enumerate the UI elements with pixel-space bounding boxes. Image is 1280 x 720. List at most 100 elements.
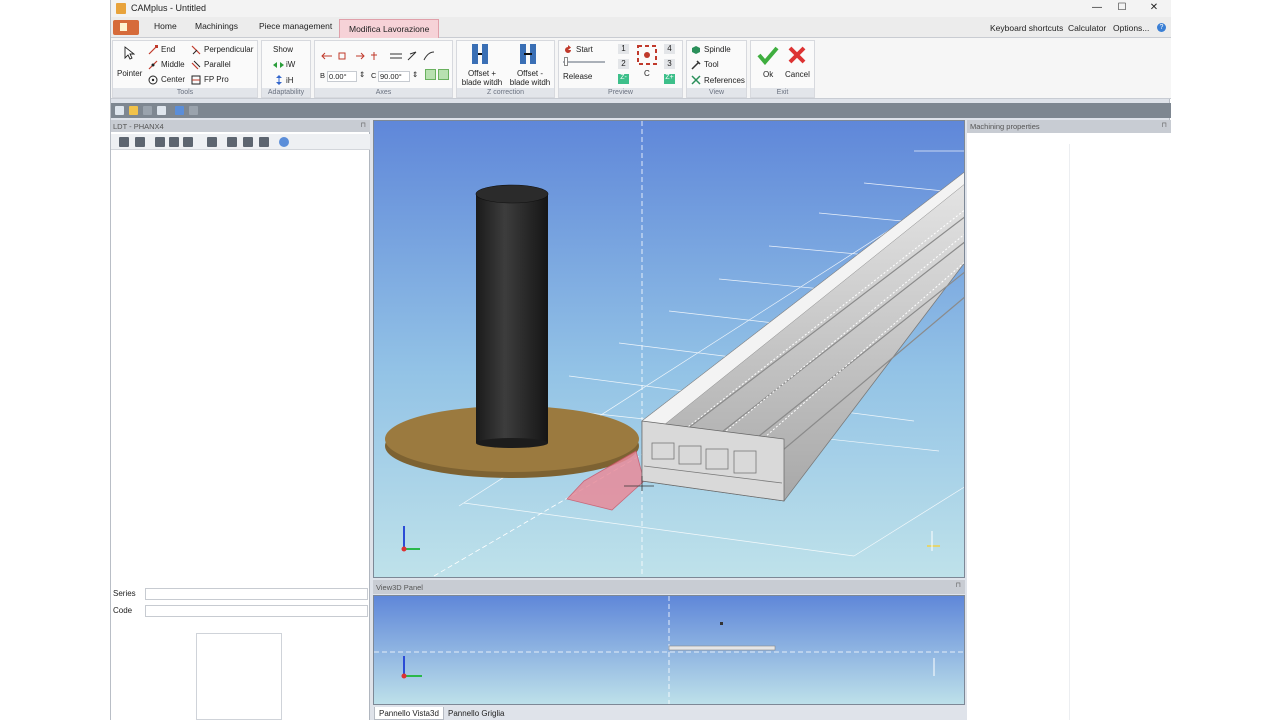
tab-piece-management[interactable]: Piece management <box>259 21 332 31</box>
tool-toggle[interactable]: Tool <box>704 60 719 69</box>
view3d-panel-title: View3D Panel <box>376 583 423 592</box>
view3d-panel-header: View3D Panel ⊓ <box>373 580 965 594</box>
end-icon <box>148 45 158 55</box>
tree-tool-1-icon[interactable] <box>119 137 129 147</box>
end-snap-button[interactable]: End <box>161 45 175 54</box>
app-window: CAMplus - Untitled — ☐ ✕ Home Machinings… <box>110 0 1171 720</box>
fp-pro-button[interactable]: FP Pro <box>204 75 229 84</box>
c-axis-stepper[interactable]: ⇕ <box>412 70 418 79</box>
center-snap-button[interactable]: Center <box>161 75 185 84</box>
preview-3-button[interactable]: 3 <box>664 59 675 69</box>
tree-tool-4-icon[interactable] <box>169 137 179 147</box>
c-axis-preview-icon <box>637 45 657 65</box>
tab-pannello-griglia[interactable]: Pannello Griglia <box>444 707 508 720</box>
perpendicular-snap-button[interactable]: Perpendicular <box>204 45 253 54</box>
preview-slider-thumb[interactable] <box>564 57 568 66</box>
tree-tool-3-icon[interactable] <box>155 137 165 147</box>
bottom-pin-icon[interactable]: ⊓ <box>956 581 961 589</box>
spindle-toggle[interactable]: Spindle <box>704 45 731 54</box>
tree-tool-8-icon[interactable] <box>243 137 253 147</box>
view-group: Spindle Tool References View <box>686 40 747 98</box>
offset-minus-icon <box>520 44 536 64</box>
iw-icon <box>273 62 284 68</box>
z-correction-group-label: Z correction <box>457 88 554 97</box>
iw-button[interactable]: iW <box>286 60 295 69</box>
maximize-button[interactable]: ☐ <box>1107 2 1137 15</box>
ih-button[interactable]: iH <box>286 76 294 85</box>
tab-machinings[interactable]: Machinings <box>195 21 238 31</box>
calculator-link[interactable]: Calculator <box>1068 23 1106 33</box>
exit-group-label: Exit <box>751 88 814 97</box>
3d-scene[interactable] <box>374 121 965 578</box>
pointer-label[interactable]: Pointer <box>117 69 142 78</box>
b-axis-input[interactable]: 0.00° <box>327 71 357 82</box>
offset-minus-line2: blade witdh <box>509 78 551 87</box>
code-field[interactable] <box>145 605 368 617</box>
code-label: Code <box>113 606 133 615</box>
references-icon <box>691 75 701 85</box>
tool-icon <box>691 60 701 70</box>
close-button[interactable]: ✕ <box>1139 2 1169 15</box>
c-axis-input[interactable]: 90.00° <box>378 71 410 82</box>
show-button[interactable]: Show <box>273 45 293 54</box>
release-button[interactable]: Release <box>563 72 592 81</box>
tree-tool-2-icon[interactable] <box>135 137 145 147</box>
undo-icon[interactable] <box>175 106 184 115</box>
axes-group: B 0.00° ⇕ C 90.00° ⇕ Axes <box>314 40 453 98</box>
preview-1-button[interactable]: 1 <box>618 44 629 54</box>
z-correction-group: Offset + blade witdh Offset - blade witd… <box>456 40 555 98</box>
left-panel-header: LDT - PHANX4 ⊓ <box>111 120 370 132</box>
cancel-x-icon <box>788 46 806 64</box>
ok-button[interactable]: Ok <box>763 70 773 79</box>
offset-minus-button[interactable]: Offset - blade witdh <box>507 69 553 87</box>
series-field[interactable] <box>145 588 368 600</box>
preview-slider[interactable] <box>563 61 605 63</box>
preview-2-button[interactable]: 2 <box>618 59 629 69</box>
z-plus-button[interactable]: Z+ <box>664 74 675 84</box>
middle-snap-button[interactable]: Middle <box>161 60 185 69</box>
ribbon-tab-row: Home Machinings Piece management Modific… <box>111 17 1171 38</box>
tab-modifica-lavorazione[interactable]: Modifica Lavorazione <box>339 19 440 38</box>
tab-home[interactable]: Home <box>154 21 177 31</box>
edit-icon[interactable] <box>157 106 166 115</box>
adaptability-group: Show iW iH Adaptability <box>261 40 311 98</box>
options-link[interactable]: Options... <box>1113 23 1149 33</box>
axis-toggle-1-icon[interactable] <box>425 69 436 80</box>
parallel-snap-button[interactable]: Parallel <box>204 60 231 69</box>
tree-tool-7-icon[interactable] <box>227 137 237 147</box>
side-view-scene[interactable] <box>374 596 965 705</box>
new-file-icon[interactable] <box>115 106 124 115</box>
save-icon[interactable] <box>143 106 152 115</box>
perpendicular-icon <box>191 45 201 55</box>
secondary-3d-view[interactable] <box>373 595 965 705</box>
b-axis-stepper[interactable]: ⇕ <box>359 70 365 79</box>
application-menu-button[interactable] <box>113 20 139 35</box>
tree-tool-6-icon[interactable] <box>207 137 217 147</box>
offset-plus-button[interactable]: Offset + blade witdh <box>459 69 505 87</box>
preview-4-button[interactable]: 4 <box>664 44 675 54</box>
right-pin-icon[interactable]: ⊓ <box>1162 121 1167 129</box>
middle-icon <box>148 60 158 70</box>
tree-tool-5-icon[interactable] <box>183 137 193 147</box>
window-title: CAMplus - Untitled <box>131 3 207 13</box>
references-toggle[interactable]: References <box>704 76 745 85</box>
open-file-icon[interactable] <box>129 106 138 115</box>
tree-tool-9-icon[interactable] <box>259 137 269 147</box>
axis-toggle-2-icon[interactable] <box>438 69 449 80</box>
left-panel-toolbar <box>111 134 370 150</box>
ribbon: Tools Pointer End Middle Center Perpendi… <box>111 38 1171 99</box>
main-3d-viewport[interactable] <box>373 120 965 578</box>
keyboard-shortcuts-link[interactable]: Keyboard shortcuts <box>990 23 1063 33</box>
app-logo-icon <box>116 3 126 14</box>
side-view-profile <box>668 645 776 651</box>
z-minus-button[interactable]: Z- <box>618 74 629 84</box>
tab-pannello-vista3d[interactable]: Pannello Vista3d <box>374 707 444 720</box>
info-icon[interactable] <box>279 137 289 147</box>
start-button[interactable]: Start <box>576 45 593 54</box>
redo-icon[interactable] <box>189 106 198 115</box>
pin-icon[interactable]: ⊓ <box>361 121 366 129</box>
c-axis-label: C <box>371 71 377 80</box>
help-icon[interactable]: ? <box>1157 23 1166 32</box>
property-grid-divider <box>1069 144 1070 720</box>
cancel-button[interactable]: Cancel <box>785 70 810 79</box>
